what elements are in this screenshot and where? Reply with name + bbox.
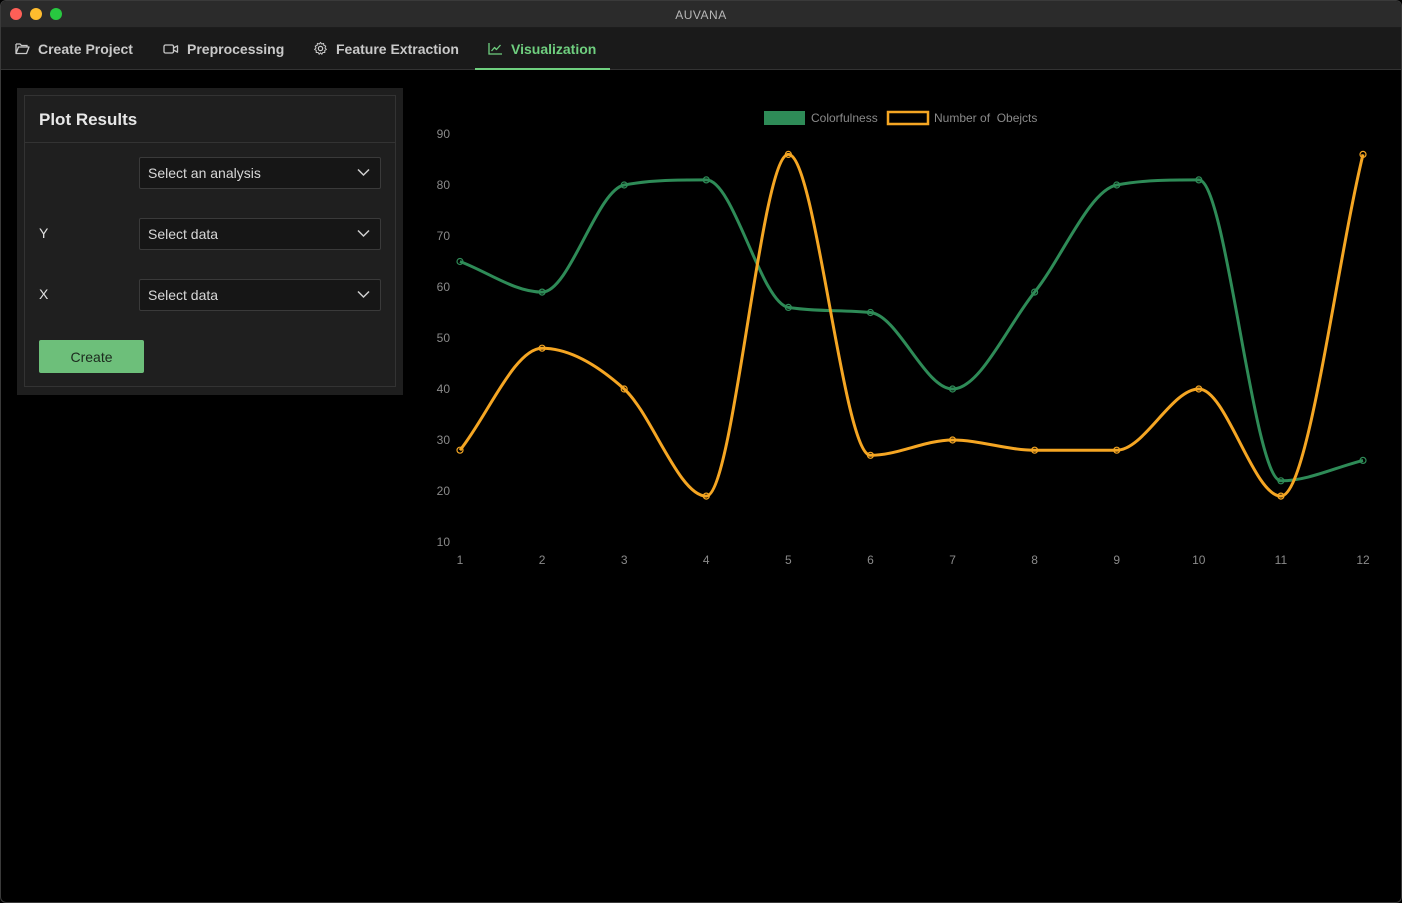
legend-label: Number of Obejcts — [934, 111, 1037, 125]
x-tick-label: 8 — [1031, 553, 1038, 567]
x-select-value: Select data — [148, 287, 219, 303]
analysis-select[interactable]: Select an analysis — [139, 157, 381, 189]
title-bar: AUVANA — [1, 1, 1401, 28]
y-tick-label: 40 — [437, 382, 451, 396]
y-tick-label: 80 — [437, 178, 451, 192]
x-tick-label: 12 — [1356, 553, 1370, 567]
legend-swatch-colorfulness — [764, 111, 805, 125]
app-window: AUVANA Create Project Preprocessing Feat… — [0, 0, 1402, 903]
tab-label: Create Project — [38, 40, 133, 57]
tab-label: Visualization — [511, 40, 597, 57]
y-tick-label: 50 — [437, 331, 451, 345]
plot-results-panel: Plot Results Select an analysis Y Select… — [24, 95, 396, 387]
tab-preprocessing[interactable]: Preprocessing — [163, 28, 284, 69]
x-tick-label: 4 — [703, 553, 710, 567]
x-tick-label: 11 — [1275, 553, 1288, 567]
y-tick-label: 20 — [437, 484, 451, 498]
panel-title: Plot Results — [25, 96, 395, 143]
series-line-2 — [458, 152, 1365, 498]
analysis-select-value: Select an analysis — [148, 165, 261, 181]
y-tick-label: 30 — [437, 433, 451, 447]
tab-create-project[interactable]: Create Project — [15, 28, 133, 69]
x-label: X — [39, 286, 49, 302]
folder-open-icon — [15, 43, 30, 55]
create-button[interactable]: Create — [39, 340, 144, 373]
line-chart-icon — [488, 43, 502, 55]
x-tick-label: 7 — [949, 553, 956, 567]
y-label: Y — [39, 225, 49, 241]
chevron-down-icon — [357, 168, 370, 177]
y-tick-label: 10 — [437, 535, 451, 549]
x-tick-label: 5 — [785, 553, 792, 567]
y-select-value: Select data — [148, 226, 219, 242]
x-tick-label: 6 — [867, 553, 874, 567]
x-data-select[interactable]: Select data — [139, 279, 381, 311]
y-tick-label: 90 — [437, 127, 451, 141]
series-line-1 — [459, 178, 1364, 483]
legend-swatch-number-of-objects — [886, 110, 930, 126]
line-chart: 1020304050607080901 2 3 4 5 6 7 8 9 10 11 12Colorfu… — [437, 110, 1370, 567]
x-tick-label: 10 — [1192, 553, 1206, 567]
x-tick-label: 9 — [1113, 553, 1120, 567]
tab-label: Preprocessing — [187, 40, 285, 57]
tab-feature-extraction[interactable]: Feature Extraction — [313, 28, 459, 69]
gear-icon — [314, 41, 327, 55]
y-data-select[interactable]: Select data — [139, 218, 381, 250]
y-tick-label: 70 — [437, 229, 451, 243]
x-tick-label: 2 — [539, 553, 546, 567]
tab-bar: Create Project Preprocessing Feature Ext… — [1, 28, 1401, 70]
tab-label: Feature Extraction — [336, 40, 459, 57]
y-tick-label: 60 — [437, 280, 451, 294]
chevron-down-icon — [357, 229, 370, 238]
legend-label: Colorfulness — [811, 111, 878, 125]
x-tick-label: 1 — [457, 553, 464, 567]
window-title: AUVANA — [675, 8, 727, 22]
tab-visualization[interactable]: Visualization — [474, 28, 611, 70]
video-camera-icon — [163, 43, 179, 54]
plot-results-container: Plot Results Select an analysis Y Select… — [17, 88, 403, 395]
x-tick-label: 3 — [621, 553, 628, 567]
chevron-down-icon — [357, 290, 370, 299]
